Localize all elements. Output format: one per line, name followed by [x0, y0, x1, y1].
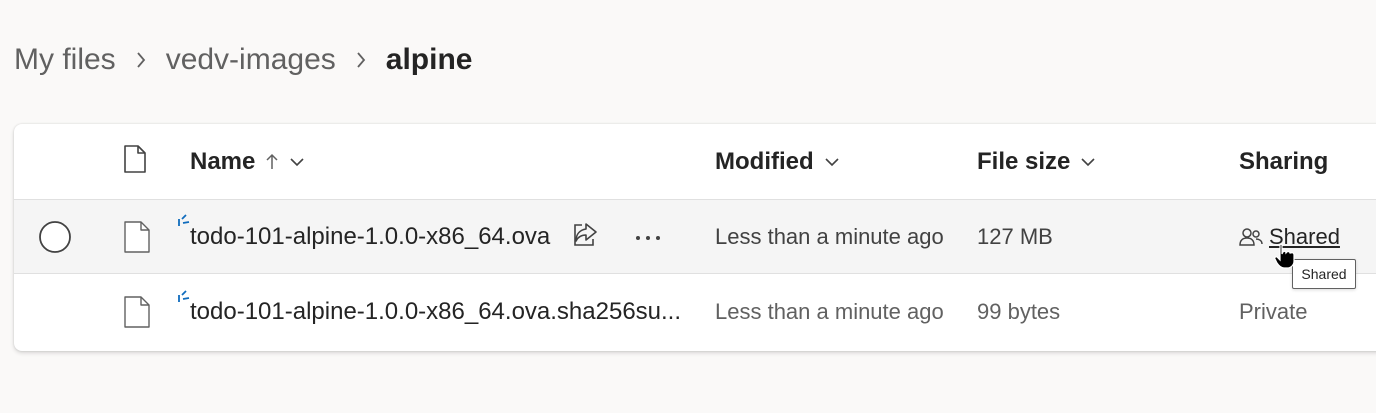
- file-size-cell: 127 MB: [977, 200, 1053, 273]
- modified-text: Less than a minute ago: [715, 223, 944, 249]
- file-list-header: Name Modified File size Sharing: [14, 124, 1376, 200]
- sharing-status-text: Private: [1239, 299, 1308, 324]
- file-name-link[interactable]: todo-101-alpine-1.0.0-x86_64.ova.sha256s…: [190, 298, 681, 326]
- table-row[interactable]: todo-101-alpine-1.0.0-x86_64.ova Less th…: [14, 200, 1376, 274]
- file-name-link[interactable]: todo-101-alpine-1.0.0-x86_64.ova: [190, 223, 550, 251]
- modified-cell: Less than a minute ago: [715, 200, 944, 273]
- arrow-up-icon: [265, 153, 279, 171]
- table-row[interactable]: todo-101-alpine-1.0.0-x86_64.ova.sha256s…: [14, 274, 1376, 350]
- hand-pointer-icon: [1274, 243, 1296, 274]
- modified-column-header[interactable]: Modified: [715, 124, 840, 199]
- file-name-cell[interactable]: todo-101-alpine-1.0.0-x86_64.ova.sha256s…: [190, 274, 681, 350]
- document-icon: [122, 274, 152, 350]
- breadcrumb-current-alpine: alpine: [385, 43, 473, 76]
- document-icon: [122, 200, 152, 273]
- breadcrumb-item-vedv-images[interactable]: vedv-images: [166, 43, 336, 77]
- file-size-column-header[interactable]: File size: [977, 124, 1096, 199]
- new-file-sparkle-icon: [177, 214, 191, 233]
- breadcrumb-item-my-files[interactable]: My files: [14, 43, 116, 77]
- tooltip: Shared: [1292, 259, 1356, 289]
- chevron-right-icon: [116, 50, 166, 70]
- file-size-text: 99 bytes: [977, 299, 1061, 324]
- chevron-down-icon: [289, 156, 305, 168]
- more-actions-button[interactable]: [628, 200, 668, 273]
- row-select-checkbox[interactable]: [38, 200, 72, 273]
- people-icon: [1239, 226, 1263, 248]
- chevron-down-icon: [1080, 156, 1096, 168]
- file-size-text: 127 MB: [977, 223, 1053, 249]
- modified-text: Less than a minute ago: [715, 299, 944, 324]
- file-list: Name Modified File size Sharing todo-101…: [14, 124, 1376, 351]
- modified-column-label: Modified: [715, 147, 814, 175]
- document-icon: [122, 144, 148, 179]
- file-type-column-header[interactable]: [122, 124, 148, 199]
- sharing-column-label: Sharing: [1239, 147, 1329, 175]
- name-column-header[interactable]: Name: [190, 124, 305, 199]
- share-icon: [571, 221, 599, 252]
- new-file-sparkle-icon: [177, 290, 191, 309]
- name-column-label: Name: [190, 147, 256, 175]
- file-name-cell[interactable]: todo-101-alpine-1.0.0-x86_64.ova: [190, 200, 550, 273]
- more-actions-icon: [635, 228, 661, 246]
- file-size-cell: 99 bytes: [977, 274, 1060, 350]
- share-button[interactable]: [565, 200, 605, 273]
- file-size-column-label: File size: [977, 147, 1071, 175]
- modified-cell: Less than a minute ago: [715, 274, 944, 350]
- chevron-right-icon: [336, 50, 386, 70]
- sharing-column-header[interactable]: Sharing: [1239, 124, 1328, 199]
- breadcrumb: My files vedv-images alpine: [14, 38, 472, 82]
- chevron-down-icon: [824, 156, 840, 168]
